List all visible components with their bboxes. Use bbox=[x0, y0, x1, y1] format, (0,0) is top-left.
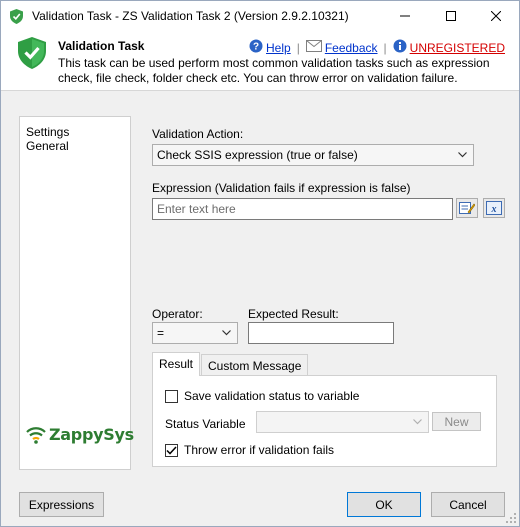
help-icon[interactable]: ? bbox=[249, 39, 263, 56]
feedback-link[interactable]: Feedback bbox=[325, 41, 378, 55]
validation-action-label: Validation Action: bbox=[152, 127, 244, 141]
chevron-down-icon bbox=[458, 152, 467, 158]
ok-label: OK bbox=[375, 497, 393, 512]
header-links: ? Help | Feedback | UNREGISTERED bbox=[249, 39, 505, 56]
unregistered-link[interactable]: UNREGISTERED bbox=[410, 41, 505, 55]
wifi-logo-icon bbox=[26, 426, 46, 444]
zappysys-logo: ZappySys bbox=[26, 425, 134, 444]
tab-custom-message-label: Custom Message bbox=[208, 359, 302, 373]
edit-expression-button[interactable] bbox=[456, 198, 478, 218]
window-title: Validation Task - ZS Validation Task 2 (… bbox=[32, 9, 349, 23]
expressions-button[interactable]: Expressions bbox=[19, 492, 104, 517]
close-icon bbox=[491, 11, 501, 21]
svg-text:?: ? bbox=[253, 42, 259, 53]
cancel-button[interactable]: Cancel bbox=[431, 492, 505, 517]
save-status-checkbox[interactable] bbox=[165, 389, 178, 403]
ok-button[interactable]: OK bbox=[347, 492, 421, 517]
close-window-button[interactable] bbox=[473, 1, 519, 31]
app-shield-icon bbox=[10, 9, 23, 24]
title-bar[interactable]: Validation Task - ZS Validation Task 2 (… bbox=[1, 1, 519, 31]
checkmark-icon bbox=[166, 445, 177, 455]
expression-input[interactable]: Enter text here bbox=[152, 198, 453, 220]
tab-result-label: Result bbox=[159, 357, 194, 371]
expected-result-input[interactable] bbox=[248, 322, 394, 344]
envelope-icon[interactable] bbox=[305, 40, 322, 55]
operator-value: = bbox=[157, 326, 165, 340]
dialog-window: Validation Task - ZS Validation Task 2 (… bbox=[0, 0, 520, 527]
operator-label: Operator: bbox=[152, 307, 203, 321]
task-description: This task can be used perform most commo… bbox=[58, 56, 490, 85]
sidebar-item-settings[interactable]: Settings bbox=[26, 125, 69, 139]
maximize-button[interactable] bbox=[428, 1, 474, 31]
notepad-edit-icon bbox=[459, 202, 475, 214]
logo-text: ZappySys bbox=[49, 425, 134, 444]
maximize-icon bbox=[446, 11, 456, 21]
new-variable-label: New bbox=[444, 414, 469, 429]
status-variable-label: Status Variable bbox=[165, 417, 246, 431]
throw-error-checkbox-row[interactable]: Throw error if validation fails bbox=[165, 443, 334, 457]
chevron-down-icon bbox=[222, 330, 231, 336]
task-header: Validation Task ? Help | Feedback | UNRE… bbox=[1, 31, 519, 91]
cancel-label: Cancel bbox=[449, 497, 487, 512]
minimize-icon bbox=[400, 15, 410, 17]
sidebar-item-general[interactable]: General bbox=[26, 139, 69, 153]
expected-result-label: Expected Result: bbox=[248, 307, 339, 321]
link-divider: | bbox=[383, 40, 387, 55]
expression-label: Expression (Validation fails if expressi… bbox=[152, 181, 411, 195]
expression-placeholder: Enter text here bbox=[157, 202, 236, 216]
operator-select[interactable]: = bbox=[152, 322, 238, 344]
throw-error-checkbox[interactable] bbox=[165, 443, 178, 457]
link-divider: | bbox=[296, 40, 300, 55]
svg-text:x: x bbox=[491, 204, 497, 215]
new-variable-button[interactable]: New bbox=[432, 412, 481, 431]
save-status-label: Save validation status to variable bbox=[184, 389, 360, 403]
expressions-label: Expressions bbox=[28, 497, 95, 512]
resize-grip-icon[interactable] bbox=[506, 513, 516, 523]
help-link[interactable]: Help bbox=[266, 41, 291, 55]
task-title: Validation Task bbox=[58, 39, 145, 53]
validation-action-select[interactable]: Check SSIS expression (true or false) bbox=[152, 144, 474, 166]
task-shield-icon bbox=[18, 37, 46, 69]
expression-builder-button[interactable]: x bbox=[483, 198, 505, 218]
validation-action-value: Check SSIS expression (true or false) bbox=[157, 148, 358, 162]
formula-icon: x bbox=[486, 201, 502, 215]
chevron-down-icon bbox=[413, 419, 422, 425]
info-icon[interactable] bbox=[393, 39, 407, 56]
tab-custom-message[interactable]: Custom Message bbox=[201, 354, 309, 376]
result-tab-panel: Save validation status to variable Statu… bbox=[152, 375, 497, 467]
tab-result[interactable]: Result bbox=[152, 352, 201, 376]
save-status-checkbox-row[interactable]: Save validation status to variable bbox=[165, 389, 359, 403]
status-variable-select[interactable] bbox=[256, 411, 429, 433]
settings-sidebar: Settings General ZappySys bbox=[19, 116, 134, 470]
minimize-button[interactable] bbox=[382, 1, 428, 31]
throw-error-label: Throw error if validation fails bbox=[184, 443, 335, 457]
